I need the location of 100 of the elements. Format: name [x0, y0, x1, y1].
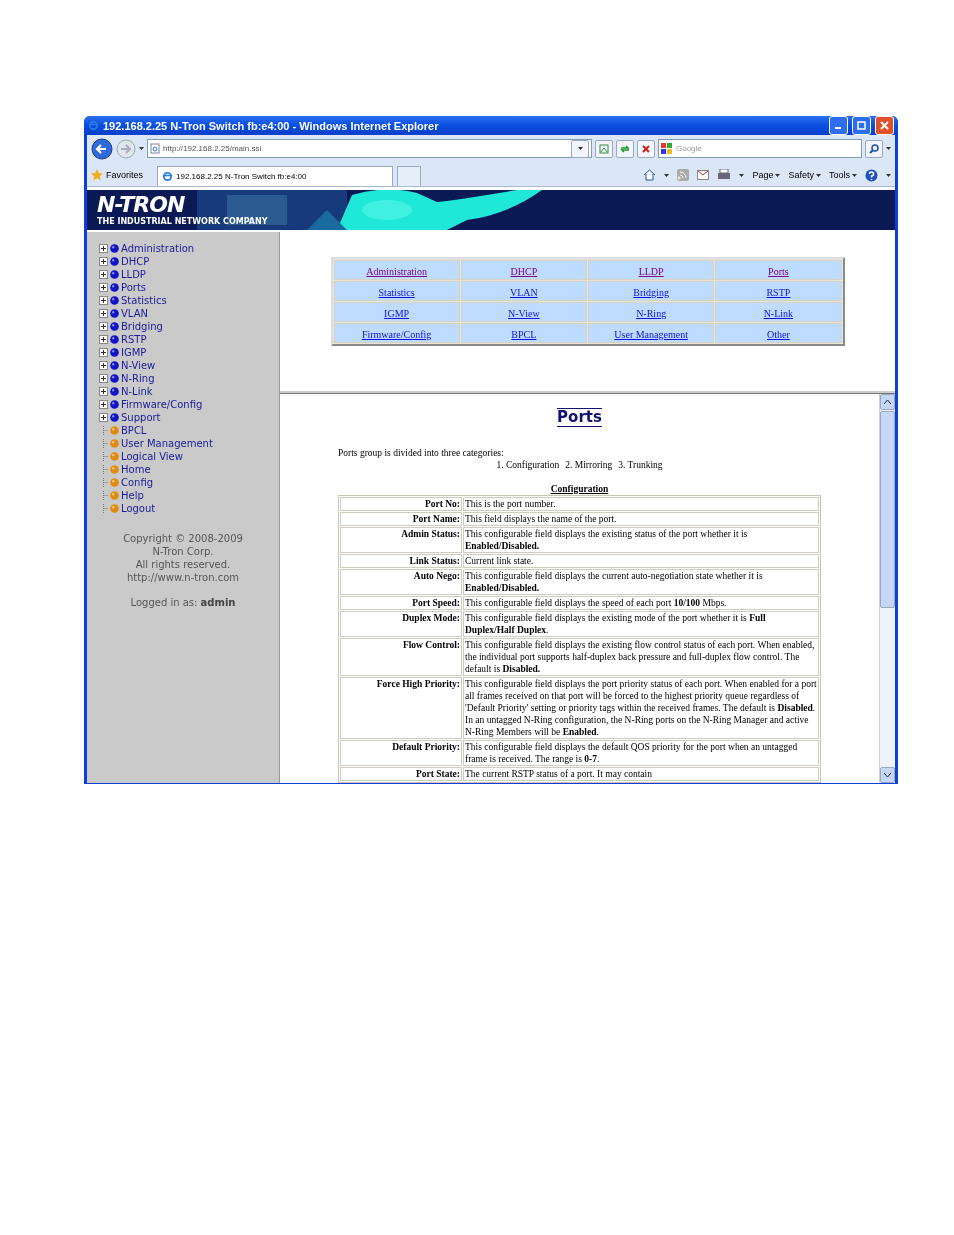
menu-item[interactable]: Logical View	[121, 451, 183, 462]
copyright-line: Copyright © 2008-2009	[123, 532, 243, 545]
print-icon[interactable]	[717, 169, 732, 181]
close-button[interactable]	[875, 116, 894, 135]
home-icon[interactable]	[643, 169, 657, 181]
menu-item[interactable]: BPCL	[121, 425, 147, 436]
search-button[interactable]	[865, 139, 883, 158]
menu-item[interactable]: Help	[121, 490, 144, 501]
expand-icon[interactable]	[99, 309, 108, 318]
nav-link[interactable]: Firmware/Config	[361, 329, 432, 340]
nav-link[interactable]: LLDP	[638, 266, 664, 277]
nav-link[interactable]: User Management	[614, 329, 688, 340]
nav-link[interactable]: Administration	[366, 266, 427, 277]
page-bullet-icon	[110, 439, 119, 448]
expand-icon[interactable]	[99, 270, 108, 279]
menu-command[interactable]: Tools	[829, 170, 857, 180]
maximize-button[interactable]	[852, 116, 871, 135]
nav-link[interactable]: N-Link	[763, 308, 794, 319]
expand-icon[interactable]	[99, 374, 108, 383]
expand-icon[interactable]	[99, 361, 108, 370]
menu-item[interactable]: Statistics	[121, 295, 167, 306]
menu-item[interactable]: LLDP	[121, 269, 146, 280]
menu-item[interactable]: DHCP	[121, 256, 150, 267]
expand-icon[interactable]	[99, 257, 108, 266]
nav-link[interactable]: IGMP	[384, 308, 410, 319]
menu-item[interactable]: User Management	[121, 438, 213, 449]
folder-bullet-icon	[110, 361, 119, 370]
menu-item[interactable]: Firmware/Config	[121, 399, 203, 410]
menu-command[interactable]: Page	[752, 170, 781, 180]
menu-item[interactable]: IGMP	[121, 347, 147, 358]
menu-item[interactable]: Administration	[121, 243, 195, 254]
logo: N-TRON	[97, 193, 186, 217]
nav-link[interactable]: Statistics	[378, 287, 415, 298]
nav-link[interactable]: Bridging	[633, 287, 669, 298]
nav-link[interactable]: BPCL	[511, 329, 537, 340]
menu-item[interactable]: Logout	[121, 503, 156, 514]
folder-bullet-icon	[110, 309, 119, 318]
nav-link[interactable]: DHCP	[510, 266, 538, 277]
caret-icon	[577, 147, 583, 150]
field-name: Port State:	[340, 767, 462, 781]
caret-icon	[664, 173, 670, 177]
field-description: This configurable field displays the port priority status of each port. When enabled for a port all frames received on that port will be forced to the highest priority queue regardless of 'Default Priority' setting or priority tags within the received frames. The default is Disabled. In an untagged N-Ring configuration, the N-Ring ports on the N-Ring Manager and active N-Ring Members will be Enabled.	[463, 677, 819, 739]
search-field[interactable]: Google	[658, 139, 862, 158]
field-name: Admin Status:	[340, 527, 462, 553]
browser-tab[interactable]: 192.168.2.25 N-Tron Switch fb:e4:00	[157, 166, 393, 186]
nav-link[interactable]: Ports	[768, 266, 789, 277]
expand-icon[interactable]	[99, 413, 108, 422]
favorites-button[interactable]: Favorites	[91, 164, 143, 186]
menu-item[interactable]: N-Link	[121, 386, 153, 397]
menu-item[interactable]: Support	[121, 412, 161, 423]
address-bar[interactable]: http://192.168.2.25/main.ssi	[147, 139, 592, 158]
caret-icon	[816, 173, 821, 177]
field-name: Duplex Mode:	[340, 611, 462, 637]
dropdown-button[interactable]	[571, 139, 589, 158]
expand-icon[interactable]	[99, 335, 108, 344]
expand-icon[interactable]	[99, 283, 108, 292]
menu-item[interactable]: Config	[121, 477, 154, 488]
folder-bullet-icon	[110, 387, 119, 396]
menu-command[interactable]: Safety	[788, 170, 821, 180]
field-description: This is the port number.	[463, 497, 819, 511]
scrollbar[interactable]	[879, 394, 895, 783]
nav-link[interactable]: Other	[767, 329, 790, 340]
menu-item[interactable]: Home	[121, 464, 151, 475]
expand-icon[interactable]	[99, 400, 108, 409]
expand-icon[interactable]	[99, 322, 108, 331]
nav-link[interactable]: N-View	[508, 308, 540, 319]
field-name: Link Status:	[340, 554, 462, 568]
copyright-line: N-Tron Corp.	[152, 545, 214, 558]
help-icon[interactable]	[865, 168, 878, 182]
menu-item[interactable]: Ports	[121, 282, 147, 293]
field-name: Flow Control:	[340, 638, 462, 676]
field-description: This configurable field displays the current auto-negotiation state whether it is Enabled/Disabled.	[463, 569, 819, 595]
menu-item[interactable]: N-View	[121, 360, 156, 371]
expand-icon[interactable]	[99, 296, 108, 305]
menu-item[interactable]: Bridging	[121, 321, 163, 332]
field-description: This configurable field displays the speed of each port 10/100 Mbps.	[463, 596, 819, 610]
stop-button[interactable]	[637, 139, 655, 158]
expand-icon[interactable]	[99, 387, 108, 396]
nav-link[interactable]: RSTP	[766, 287, 791, 298]
page-bullet-icon	[110, 452, 119, 461]
nav-link[interactable]: VLAN	[510, 287, 538, 298]
nav-link[interactable]: N-Ring	[636, 308, 667, 319]
search-icon	[869, 143, 879, 154]
scroll-up-button[interactable]	[880, 394, 895, 410]
menu-item[interactable]: VLAN	[121, 308, 148, 319]
expand-icon[interactable]	[99, 244, 108, 253]
page-bullet-icon	[110, 491, 119, 500]
category-item: 2. Mirroring	[565, 459, 613, 471]
scroll-thumb[interactable]	[880, 411, 895, 608]
category-item: 1. Configuration	[496, 459, 560, 471]
mail-icon[interactable]	[697, 170, 710, 180]
menu-item[interactable]: N-Ring	[121, 373, 155, 384]
ie-icon	[88, 120, 99, 131]
compatibility-button[interactable]	[595, 139, 613, 158]
page-icon	[150, 143, 160, 154]
minimize-button[interactable]	[829, 116, 848, 135]
back-button[interactable]	[91, 137, 113, 160]
menu-item[interactable]: RSTP	[121, 334, 147, 345]
expand-icon[interactable]	[99, 348, 108, 357]
scroll-down-button[interactable]	[880, 767, 895, 783]
